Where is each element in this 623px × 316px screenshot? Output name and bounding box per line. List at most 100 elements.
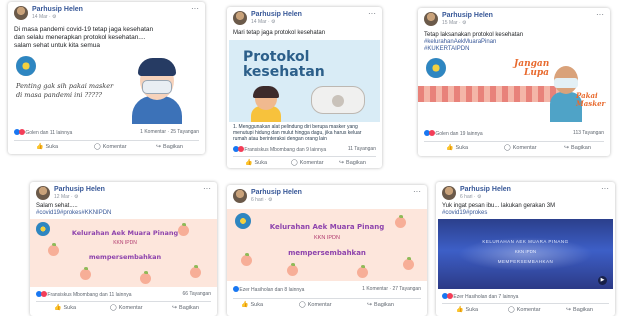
share-button[interactable]: ↪ Bagikan — [564, 144, 591, 151]
reactions-summary[interactable]: Fransiskus Mbombang dan 9 lainnya — [233, 146, 326, 153]
comment-icon: ◯ — [291, 160, 298, 166]
author-name[interactable]: Parhusip Helen — [251, 11, 302, 18]
image-caption: Penting gak sih pakai masker di masa pan… — [16, 82, 114, 99]
post-image[interactable]: KELURAHAN AEK MUARA PINANG KKN IPDN MEMP… — [438, 219, 613, 289]
comment-label: Komentar — [299, 160, 324, 166]
post-date[interactable]: 6 hari · ⚙ — [460, 194, 481, 200]
post-card: Parhusip Helen 12 Mar · ⚙ ··· Salam seha… — [30, 182, 217, 316]
share-label: Bagikan — [571, 145, 591, 151]
reactions-summary[interactable]: Golen dan 19 lainnya — [424, 130, 483, 137]
post-date[interactable]: 14 Mar · ⚙ — [32, 14, 57, 20]
post-actions: 👍 Suka ◯ Komentar ↪ Bagikan — [424, 141, 604, 151]
comment-label: Komentar — [118, 305, 143, 311]
post-header: Parhusip Helen 14 Mar · ⚙ ··· — [233, 10, 376, 27]
like-button[interactable]: 👍 Suka — [245, 159, 267, 166]
post-image[interactable]: Kelurahan Aek Muara Pinang KKN IPDN memp… — [227, 209, 427, 281]
like-button[interactable]: 👍 Suka — [446, 144, 468, 151]
like-label: Suka — [254, 160, 268, 166]
share-button[interactable]: ↪ Bagikan — [339, 159, 366, 166]
more-options-icon[interactable]: ··· — [203, 185, 211, 193]
more-options-icon[interactable]: ··· — [601, 185, 609, 193]
post-date[interactable]: 6 hari · ⚙ — [251, 197, 272, 203]
comment-button[interactable]: ◯ Komentar — [508, 306, 541, 313]
post-text-line: Tetap laksanakan protokol kesehatan — [424, 32, 524, 38]
thumbs-up-icon: 👍 — [245, 160, 253, 166]
post-header: Parhusip Helen 12 Mar · ⚙ ··· — [36, 185, 211, 202]
post-date[interactable]: 14 Mar · ⚙ — [251, 19, 276, 25]
avatar[interactable] — [442, 186, 456, 200]
image-text-line: Masker — [576, 99, 606, 108]
reactions-summary[interactable]: Ezer Hasiholan dan 7 lainnya — [442, 293, 518, 300]
reactions-text: Ezer Hasiholan dan 8 lainnya — [239, 287, 305, 293]
avatar[interactable] — [424, 12, 438, 26]
comments-views[interactable]: 11 Tayangan — [348, 146, 376, 152]
author-name[interactable]: Parhusip Helen — [442, 12, 493, 19]
reactions-summary[interactable]: Fransiskus Mbombang dan 11 lainnya — [36, 291, 132, 298]
like-button[interactable]: 👍 Suka — [456, 306, 478, 313]
post-stats: Fransiskus Mbombang dan 11 lainnya 66 Ta… — [36, 290, 211, 299]
post-image[interactable]: Protokol kesehatan — [229, 40, 380, 122]
share-label: Bagikan — [573, 307, 593, 313]
more-options-icon[interactable]: ··· — [596, 11, 604, 19]
hashtag[interactable]: #covid19#prokes#KKNIPDN — [36, 210, 211, 217]
post-card: Parhusip Helen 15 Mar · ⚙ ··· Tetap laks… — [418, 8, 610, 156]
author-name[interactable]: Parhusip Helen — [32, 6, 83, 13]
post-text-line: Salam sehat..... — [36, 203, 78, 209]
like-button[interactable]: 👍 Suka — [54, 304, 76, 311]
reactions-text: Ezer Hasiholan dan 7 lainnya — [453, 294, 519, 300]
comment-button[interactable]: ◯ Komentar — [291, 159, 324, 166]
peach-decoration — [287, 263, 298, 276]
share-button[interactable]: ↪ Bagikan — [156, 143, 183, 150]
post-image[interactable]: Jangan Lupa Pakai Masker — [418, 56, 610, 126]
comment-button[interactable]: ◯ Komentar — [299, 301, 332, 308]
like-button[interactable]: 👍 Suka — [241, 301, 263, 308]
post-actions: 👍 Suka ◯ Komentar ↪ Bagikan — [233, 156, 376, 166]
author-name[interactable]: Parhusip Helen — [460, 186, 511, 193]
hashtag[interactable]: #kelurahanAekMuaraPinan — [424, 39, 604, 46]
share-icon: ↪ — [339, 160, 345, 166]
comments-views[interactable]: 1 Komentar · 25 Tayangan — [140, 129, 199, 135]
reactions-summary[interactable]: Golen dan 11 lainnya — [14, 129, 72, 136]
more-options-icon[interactable]: ··· — [413, 188, 421, 196]
share-label: Bagikan — [374, 302, 394, 308]
mask-illustration — [311, 86, 365, 114]
image-caption: 1. Menggunakan alat pelindung diri berup… — [233, 124, 362, 142]
author-name[interactable]: Parhusip Helen — [251, 189, 302, 196]
comment-button[interactable]: ◯ Komentar — [110, 304, 143, 311]
like-button[interactable]: 👍 Suka — [36, 143, 58, 150]
share-button[interactable]: ↪ Bagikan — [566, 306, 593, 313]
post-date[interactable]: 12 Mar · ⚙ — [54, 194, 79, 200]
share-button[interactable]: ↪ Bagikan — [367, 301, 394, 308]
comment-button[interactable]: ◯ Komentar — [94, 143, 127, 150]
avatar[interactable] — [233, 189, 247, 203]
avatar[interactable] — [233, 11, 247, 25]
share-label: Bagikan — [346, 160, 366, 166]
hashtag[interactable]: #KUKERTAIPDN — [424, 46, 604, 53]
avatar[interactable] — [14, 6, 28, 20]
play-icon[interactable]: ▶ — [598, 276, 607, 285]
share-label: Bagikan — [179, 305, 199, 311]
comment-button[interactable]: ◯ Komentar — [504, 144, 537, 151]
more-options-icon[interactable]: ··· — [368, 10, 376, 18]
image-title-line: Protokol — [243, 49, 310, 65]
hashtag[interactable]: #covid19#prokes — [442, 210, 612, 217]
author-name[interactable]: Parhusip Helen — [54, 186, 105, 193]
post-stats: Ezer Hasiholan dan 7 lainnya — [442, 292, 609, 301]
comments-views[interactable]: 66 Tayangan — [182, 291, 211, 297]
emblem-icon — [36, 222, 50, 236]
comments-views[interactable]: 1 Komentar · 27 Tayangan — [362, 286, 421, 292]
share-button[interactable]: ↪ Bagikan — [172, 304, 199, 311]
more-options-icon[interactable]: ··· — [191, 5, 199, 13]
reactions-summary[interactable]: Ezer Hasiholan dan 8 lainnya — [233, 286, 304, 293]
post-image[interactable]: Penting gak sih pakai masker di masa pan… — [8, 52, 205, 124]
post-image[interactable]: Kelurahan Aek Muara Pinang KKN IPDN memp… — [30, 219, 217, 287]
avatar[interactable] — [36, 186, 50, 200]
image-title-line: kesehatan — [243, 64, 325, 80]
image-line: KELURAHAN AEK MUARA PINANG — [482, 239, 569, 244]
peach-decoration — [140, 271, 151, 284]
comments-views[interactable]: 113 Tayangan — [573, 130, 604, 136]
image-line: Kelurahan Aek Muara Pinang — [71, 229, 179, 237]
thumbs-up-icon: 👍 — [241, 302, 249, 308]
post-date[interactable]: 15 Mar · ⚙ — [442, 20, 467, 26]
post-text: Di masa pandemi covid-19 tetap jaga kese… — [14, 26, 199, 50]
